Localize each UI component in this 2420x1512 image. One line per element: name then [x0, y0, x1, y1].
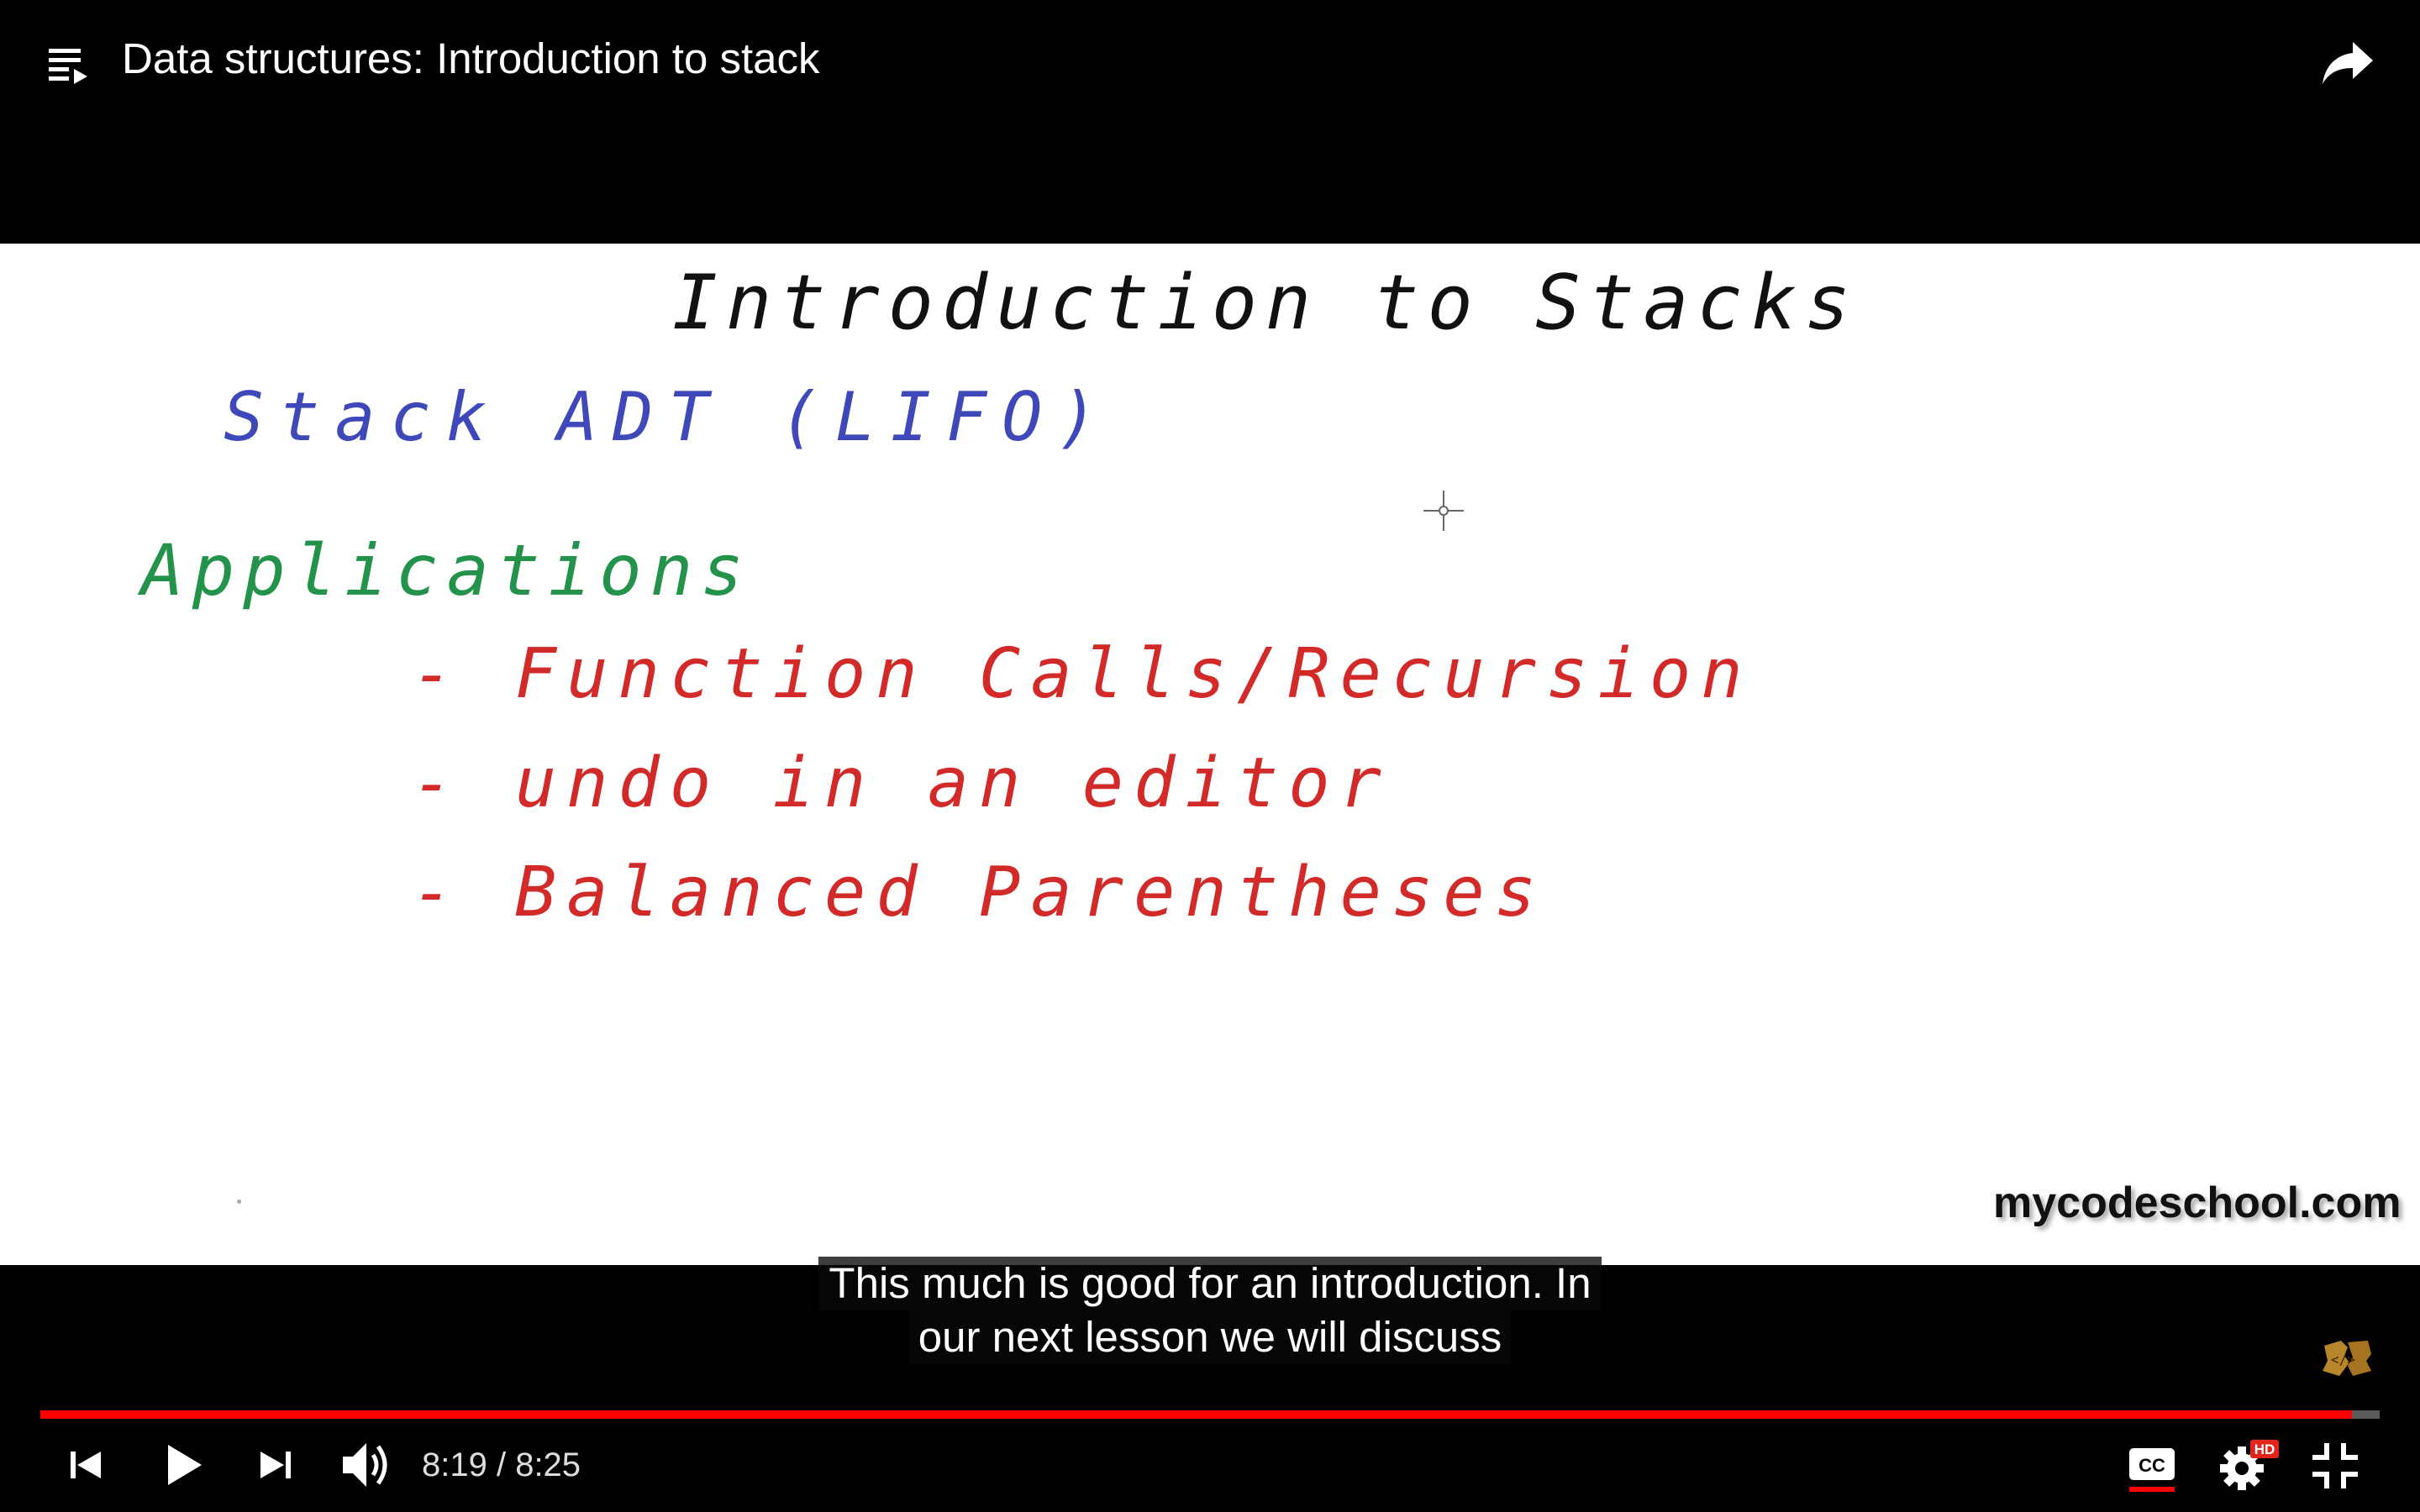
playlist-icon[interactable]	[47, 44, 91, 87]
volume-icon	[343, 1443, 387, 1487]
video-frame[interactable]: Introduction to Stacks Stack ADT (LIFO) …	[0, 244, 2420, 1265]
progress-played	[40, 1410, 2352, 1419]
next-button[interactable]	[249, 1438, 302, 1492]
progress-bar[interactable]	[40, 1410, 2380, 1419]
previous-icon	[71, 1452, 101, 1478]
whiteboard-adt-line: Stack ADT (LIFO)	[224, 378, 1113, 456]
whiteboard-item: - Function Calls/Recursion	[412, 634, 1753, 714]
exit-fullscreen-button[interactable]	[2307, 1438, 2363, 1494]
cc-label: CC	[2139, 1455, 2165, 1476]
time-display: 8:19 / 8:25	[422, 1446, 581, 1483]
caption-line: This much is good for an introduction. I…	[818, 1257, 1602, 1310]
next-icon	[260, 1452, 291, 1478]
crosshair-cursor-icon	[1420, 487, 1467, 534]
previous-button[interactable]	[59, 1438, 113, 1492]
whiteboard-heading: Introduction to Stacks	[672, 259, 1860, 347]
video-title[interactable]: Data structures: Introduction to stack	[122, 32, 820, 86]
volume-button[interactable]	[336, 1435, 397, 1495]
captions-icon: CC	[2129, 1448, 2175, 1492]
whiteboard-applications-label: Applications	[141, 529, 752, 612]
caption-line: our next lesson we will discuss	[908, 1310, 1512, 1364]
exit-fullscreen-icon	[2312, 1443, 2358, 1488]
settings-icon: HD	[2220, 1440, 2279, 1490]
share-arrow-icon[interactable]	[2321, 37, 2376, 89]
watermark: mycodeschool.com	[1993, 1179, 2402, 1227]
hd-badge: HD	[2254, 1441, 2275, 1457]
channel-branding-icon[interactable]: </>	[2319, 1337, 2375, 1379]
whiteboard-item: - undo in an editor	[412, 743, 1392, 823]
play-button[interactable]	[153, 1435, 213, 1495]
captions-button[interactable]: CC	[2124, 1436, 2180, 1495]
settings-button[interactable]: HD	[2215, 1435, 2282, 1495]
whiteboard-speck	[237, 1200, 241, 1204]
whiteboard-item: - Balanced Parentheses	[412, 853, 1547, 932]
top-bar: Data structures: Introduction to stack	[0, 0, 2420, 244]
svg-text:</>: </>	[2331, 1352, 2355, 1368]
play-icon	[168, 1445, 202, 1485]
captions-overlay: This much is good for an introduction. I…	[0, 1257, 2420, 1364]
